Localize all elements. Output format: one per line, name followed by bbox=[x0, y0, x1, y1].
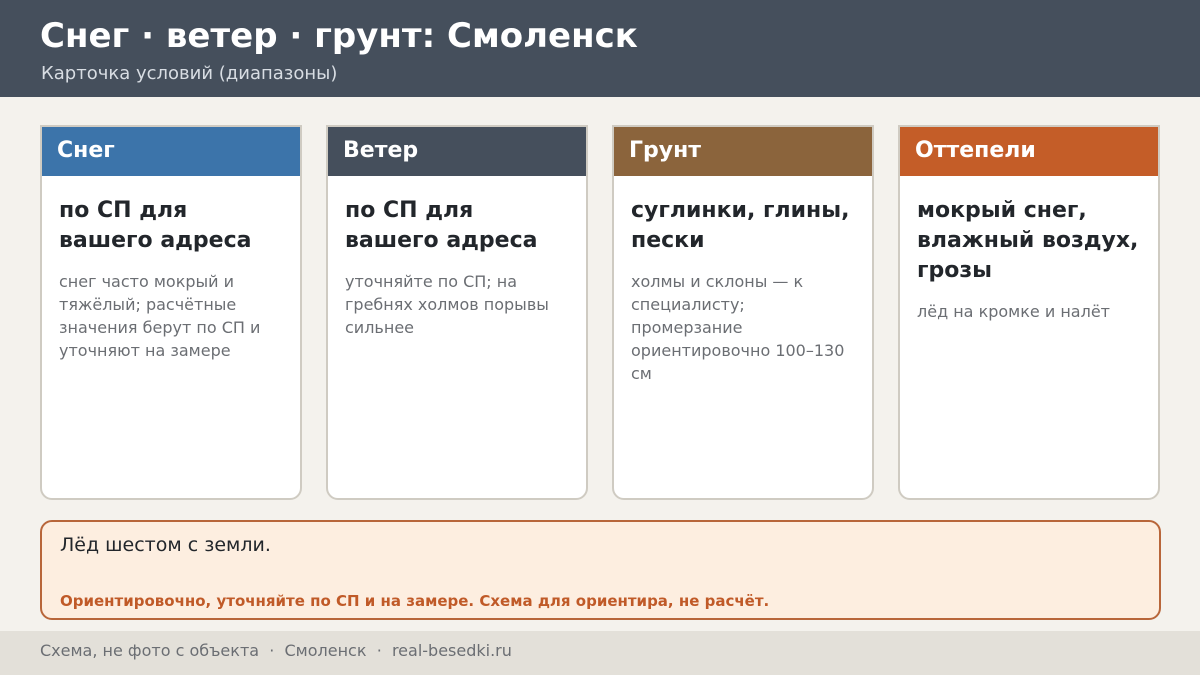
card-main-text: по СП для вашего адреса bbox=[59, 198, 252, 253]
header: Снег · ветер · грунт: Смоленск Карточка … bbox=[0, 0, 1200, 97]
conditions-cards: Снег по СП для вашего адреса снег часто … bbox=[40, 125, 1161, 500]
page-subtitle: Карточка условий (диапазоны) bbox=[41, 63, 338, 84]
card-note: уточняйте по СП; на гребнях холмов порыв… bbox=[345, 272, 549, 337]
card-wind: Ветер по СП для вашего адреса уточняйте … bbox=[326, 125, 588, 500]
page-title: Снег · ветер · грунт: Смоленск bbox=[40, 16, 638, 56]
card-snow: Снег по СП для вашего адреса снег часто … bbox=[40, 125, 302, 500]
disclaimer-text: Ориентировочно, уточняйте по СП и на зам… bbox=[60, 592, 770, 610]
card-main-text: мокрый снег, влажный воздух, грозы bbox=[917, 198, 1139, 283]
card-soil: Грунт суглинки, глины, пески холмы и скл… bbox=[612, 125, 874, 500]
footer-text: Схема, не фото с объекта · Смоленск · re… bbox=[40, 641, 512, 660]
note-main-text: Лёд шестом с земли. bbox=[60, 534, 271, 556]
footer: Схема, не фото с объекта · Смоленск · re… bbox=[0, 631, 1200, 675]
card-main-text: по СП для вашего адреса bbox=[345, 198, 538, 253]
card-heading: Снег bbox=[42, 127, 300, 176]
note-box: Лёд шестом с земли. Ориентировочно, уточ… bbox=[40, 520, 1161, 620]
card-main-text: суглинки, глины, пески bbox=[631, 198, 850, 253]
card-heading: Ветер bbox=[328, 127, 586, 176]
card-heading: Оттепели bbox=[900, 127, 1158, 176]
card-thaws: Оттепели мокрый снег, влажный воздух, гр… bbox=[898, 125, 1160, 500]
card-note: лёд на кромке и налёт bbox=[917, 302, 1110, 321]
card-note: холмы и склоны — к специалисту; промерза… bbox=[631, 272, 845, 383]
card-note: снег часто мокрый и тяжёлый; расчётные з… bbox=[59, 272, 261, 360]
card-heading: Грунт bbox=[614, 127, 872, 176]
